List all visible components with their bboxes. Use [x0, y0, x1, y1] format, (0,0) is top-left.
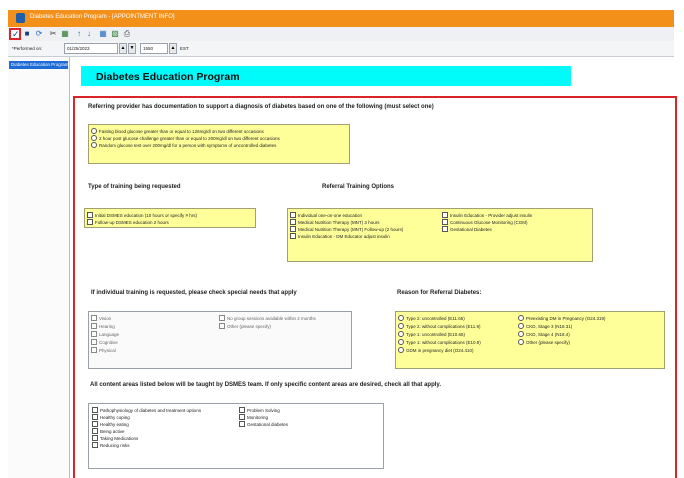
arrow-down-icon[interactable]: ↓: [84, 29, 94, 39]
referral-options-heading: Referral Training Options: [322, 184, 395, 190]
reason-option[interactable]: Type 1: uncontrolled (E10.65): [398, 331, 465, 337]
print-icon[interactable]: ⎙: [122, 29, 132, 39]
special-need-option[interactable]: Language: [91, 331, 119, 337]
content-area-option[interactable]: Problem Solving: [239, 407, 280, 413]
special-need-option[interactable]: Vision: [91, 315, 111, 321]
content-area-option[interactable]: Being active: [92, 428, 125, 434]
training-type-box: Initial DSMES education (10 hours or spe…: [84, 208, 256, 228]
special-needs-box: Vision Hearing Language Cognitive Physic…: [88, 311, 352, 369]
referral-options-box: Individual one-on-one education Medical …: [287, 208, 593, 262]
training-type-heading: Type of training being requested: [88, 184, 181, 190]
date-field[interactable]: 01/25/2023: [64, 43, 118, 54]
calendar-dropdown[interactable]: ▼: [128, 43, 136, 54]
reason-heading: Reason for Referral Diabetes:: [397, 290, 482, 296]
calculator-icon[interactable]: ▦: [60, 29, 70, 39]
reason-option[interactable]: GDM in pregnancy diet (O24.410): [398, 347, 474, 353]
special-need-option[interactable]: Hearing: [91, 323, 115, 329]
referral-option[interactable]: Insulin Education - Provider adjust insu…: [442, 212, 532, 218]
content-area-option[interactable]: Pathophysiology of diabetes and treatmen…: [92, 407, 201, 413]
referral-option[interactable]: Medical Nutrition Therapy (MNT) 3 hours: [290, 219, 379, 225]
q1-heading: Referring provider has documentation to …: [88, 104, 434, 110]
form-panel: Referring provider has documentation to …: [73, 96, 677, 478]
reason-option[interactable]: Type 1: without complications (E10.9): [398, 339, 481, 345]
time-field[interactable]: 1550: [140, 43, 168, 54]
referral-option[interactable]: Continuous Glucose Monitoring (CGM): [442, 219, 528, 225]
reason-option[interactable]: Type 2: uncontrolled (E11.65): [398, 315, 465, 321]
window-title: Diabetes Education Program - [APPOINTMEN…: [30, 14, 175, 20]
table-icon[interactable]: ▧: [110, 29, 120, 39]
performed-on-label: *Performed on:: [12, 46, 43, 51]
special-need-option[interactable]: No group sessions available within 2 mon…: [219, 315, 316, 321]
title-bar: Diabetes Education Program - [APPOINTMEN…: [8, 10, 674, 27]
referral-option[interactable]: Individual one-on-one education: [290, 212, 362, 218]
special-need-option[interactable]: Physical: [91, 347, 116, 353]
refresh-icon[interactable]: ⟳: [34, 29, 44, 39]
content-area-option[interactable]: Reducing risks: [92, 442, 130, 448]
reason-option[interactable]: Preexisting DM in Pregnancy (O24.319): [518, 315, 606, 321]
content-area-option[interactable]: Monitoring: [239, 414, 268, 420]
special-need-option[interactable]: Cognitive: [91, 339, 118, 345]
sidebar-item-diabetes-education[interactable]: Diabetes Education Program: [9, 61, 68, 69]
training-type-option[interactable]: Initial DSMES education (10 hours or spe…: [87, 212, 197, 218]
reason-box: Type 2: uncontrolled (E11.65) Type 2: wi…: [395, 311, 665, 369]
form-title: Diabetes Education Program: [96, 71, 240, 83]
sign-checkmark-button[interactable]: ✓: [9, 28, 21, 40]
referral-option[interactable]: Gestational Diabetes: [442, 226, 492, 232]
sidebar: Diabetes Education Program: [8, 57, 70, 478]
special-need-option[interactable]: Other (please specify): [219, 323, 271, 329]
save-icon[interactable]: ■: [22, 29, 32, 39]
content-area-option[interactable]: Taking Medications: [92, 435, 138, 441]
grid-icon[interactable]: ▦: [98, 29, 108, 39]
time-spin[interactable]: ▲: [169, 43, 177, 54]
app-icon: [16, 13, 25, 23]
special-needs-heading: If individual training is requested, ple…: [91, 290, 297, 296]
referral-option[interactable]: Medical Nutrition Therapy (MNT) Follow-u…: [290, 226, 403, 232]
content-areas-box: Pathophysiology of diabetes and treatmen…: [88, 403, 384, 469]
toolbar: ■ ⟳ ✂ ▦ ↑ ↓ ▦ ▧ ⎙: [8, 27, 674, 42]
q1-option[interactable]: 2 hour post glucose challenge greater th…: [91, 135, 280, 141]
referral-option[interactable]: Insulin Education - DM Educator adjust i…: [290, 233, 390, 239]
reason-option[interactable]: CKD, Stage 3 (N18.31): [518, 323, 572, 329]
content-area-option[interactable]: Gestational diabetes: [239, 421, 288, 427]
arrow-up-icon[interactable]: ↑: [74, 29, 84, 39]
content-area-option[interactable]: Healthy coping: [92, 414, 130, 420]
training-type-option[interactable]: Follow-up DSMES education 2 hours: [87, 219, 169, 225]
performed-on-bar: *Performed on: 01/25/2023 ▲ ▼ 1550 ▲ EST: [8, 41, 674, 57]
date-spin-up[interactable]: ▲: [119, 43, 127, 54]
timezone-label: EST: [180, 46, 189, 51]
checkmark-icon: ✓: [12, 29, 20, 39]
reason-option[interactable]: Type 2: without complications (E11.9): [398, 323, 480, 329]
cut-icon[interactable]: ✂: [48, 29, 58, 39]
content-area-option[interactable]: Healthy eating: [92, 421, 129, 427]
content-areas-heading: All content areas listed below will be t…: [90, 382, 441, 388]
q1-option[interactable]: Fasting blood glucose greater than or eq…: [91, 128, 264, 134]
q1-option[interactable]: Random glucose test over 200mg/dl for a …: [91, 142, 276, 148]
q1-options-box: Fasting blood glucose greater than or eq…: [88, 124, 350, 164]
reason-option[interactable]: CKD, Stage 4 (N18.4): [518, 331, 570, 337]
reason-option[interactable]: Other (please specify): [518, 339, 570, 345]
